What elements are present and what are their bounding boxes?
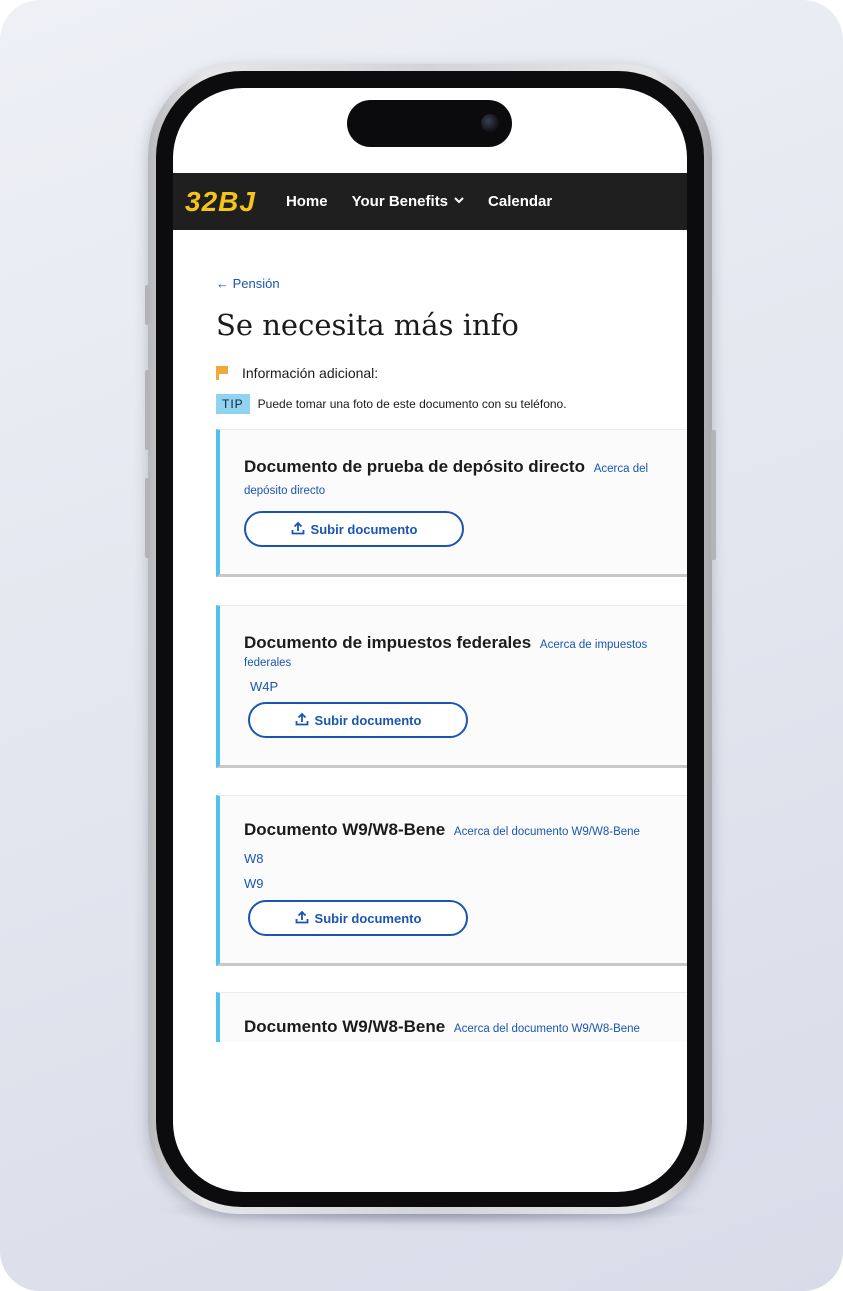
power-button [711,430,716,560]
about-link[interactable]: Acerca del [594,463,648,475]
document-card: Documento W9/W8-Bene Acerca del document… [216,992,687,1042]
card-title-text: Documento W9/W8-Bene [244,820,446,839]
upload-label: Subir documento [314,910,422,926]
document-card: Documento W9/W8-Bene Acerca del document… [216,795,687,966]
card-title-text: Documento de prueba de depósito directo [244,457,585,476]
phone-screen: 32BJ Home Your Benefits Calendar ← Pensi… [173,88,687,1192]
nav-your-benefits[interactable]: Your Benefits [352,193,464,210]
page-title: Se necesita más info [216,308,519,342]
about-link[interactable]: Acerca de impuestos [540,639,647,651]
upload-icon [295,712,309,729]
volume-up-button [145,370,150,450]
card-title: Documento de prueba de depósito directo … [244,457,648,477]
card-title-text: Documento de impuestos federales [244,633,532,652]
upload-document-button[interactable]: Subir documento [244,511,464,547]
upload-document-button[interactable]: Subir documento [248,900,468,936]
nav-home[interactable]: Home [286,193,328,210]
document-link-w8[interactable]: W8 [244,851,264,866]
nav-your-benefits-label: Your Benefits [351,193,449,210]
info-row: Información adicional: [216,365,378,381]
card-title: Documento W9/W8-Bene Acerca del document… [244,820,640,840]
camera-icon [481,114,499,132]
volume-down-button [145,478,150,558]
dynamic-island [347,100,512,147]
top-navbar: 32BJ Home Your Benefits Calendar [173,173,687,230]
upload-document-button[interactable]: Subir documento [248,702,468,738]
info-label: Información adicional: [242,365,379,381]
brand-logo[interactable]: 32BJ [185,186,256,218]
document-card: Documento de impuestos federales Acerca … [216,605,687,768]
about-link-continued[interactable]: federales [244,657,291,669]
card-title-text: Documento W9/W8-Bene [244,1017,446,1036]
back-link[interactable]: ← Pensión [216,276,280,291]
tip-badge: TIP [216,394,250,414]
document-link-w4p[interactable]: W4P [250,679,278,694]
document-link-w9[interactable]: W9 [244,876,264,891]
action-button [145,285,150,325]
upload-label: Subir documento [310,521,418,537]
upload-icon [295,910,309,927]
flag-icon [216,366,228,380]
about-link[interactable]: Acerca del documento W9/W8-Bene [454,826,640,838]
about-link-continued[interactable]: depósito directo [244,485,325,497]
card-title: Documento de impuestos federales Acerca … [244,633,647,653]
tip-row: TIP Puede tomar una foto de este documen… [216,394,567,414]
chevron-down-icon [454,196,464,207]
upload-label: Subir documento [314,712,422,728]
about-link[interactable]: Acerca del documento W9/W8-Bene [454,1023,640,1035]
card-title: Documento W9/W8-Bene Acerca del document… [244,1017,640,1037]
tip-text: Puede tomar una foto de este documento c… [257,397,567,411]
document-card: Documento de prueba de depósito directo … [216,429,687,577]
nav-calendar[interactable]: Calendar [488,193,552,210]
upload-icon [291,521,305,538]
